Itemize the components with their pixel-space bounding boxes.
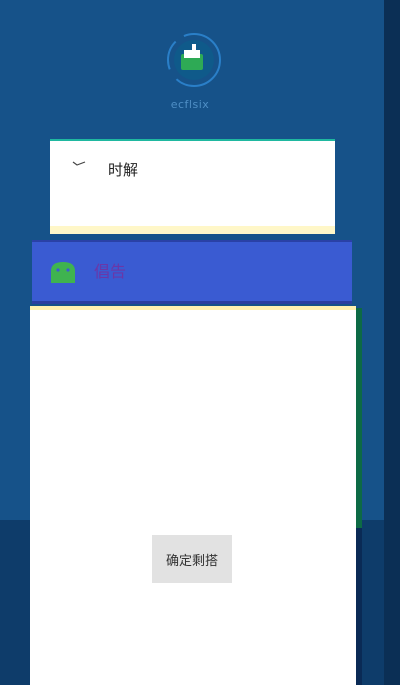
tab-label: 倡告 xyxy=(94,262,127,281)
top-card[interactable]: 时解 xyxy=(50,139,335,234)
app-logo-icon xyxy=(166,32,222,88)
confirm-button[interactable]: 确定剩搭 xyxy=(152,535,232,583)
logo-caption: ecflsix xyxy=(170,98,210,111)
scroll-edge xyxy=(384,0,400,685)
top-card-label: 时解 xyxy=(108,161,139,179)
card-bottom-tint xyxy=(50,226,335,234)
tab-bar[interactable]: 倡告 xyxy=(32,240,352,304)
check-icon xyxy=(72,161,86,166)
content-panel xyxy=(30,306,356,685)
android-icon xyxy=(51,262,75,283)
